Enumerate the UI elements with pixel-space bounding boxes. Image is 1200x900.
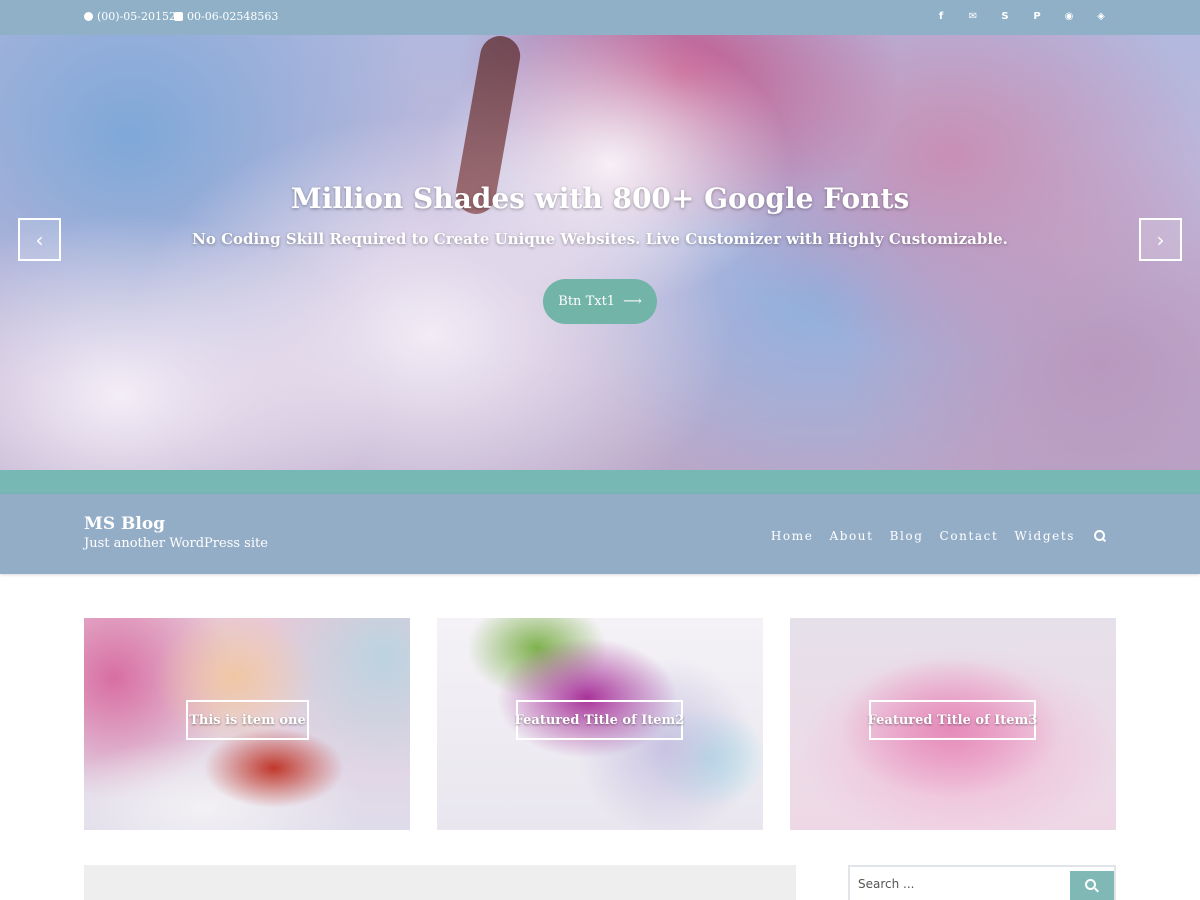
slider-prev-button[interactable]: ‹	[18, 218, 61, 261]
facebook-icon[interactable]: f	[934, 9, 948, 23]
post-content-area	[84, 865, 796, 900]
slider-next-button[interactable]: ›	[1139, 218, 1182, 261]
main-nav: Home About Blog Contact Widgets	[771, 529, 1075, 543]
pinterest-icon[interactable]: P	[1030, 9, 1044, 23]
codepen-icon[interactable]: ◈	[1094, 9, 1108, 23]
hero-subtitle: No Coding Skill Required to Create Uniqu…	[192, 230, 1008, 248]
hero-slider: Million Shades with 800+ Google Fonts No…	[0, 35, 1200, 470]
fax-text: 00-06-02548563	[187, 10, 279, 23]
phone-text: (00)-05-201526	[97, 10, 184, 23]
hero-cta-label: Btn Txt1	[558, 294, 616, 309]
globe-icon	[84, 12, 93, 21]
nav-widgets[interactable]: Widgets	[1014, 529, 1075, 543]
featured-item-title[interactable]: This is item one	[186, 700, 309, 740]
fax-icon	[174, 12, 183, 21]
hero-cta-button[interactable]: Btn Txt1 ⟶	[543, 279, 657, 324]
site-tagline: Just another WordPress site	[84, 536, 268, 551]
site-title[interactable]: MS Blog	[84, 514, 165, 534]
chevron-right-icon: ›	[1156, 227, 1165, 252]
site-header: MS Blog Just another WordPress site Home…	[0, 494, 1200, 574]
github-icon[interactable]: ◉	[1062, 9, 1076, 23]
search-submit-button[interactable]	[1070, 871, 1114, 900]
phone-contact: (00)-05-201526	[84, 10, 183, 23]
nav-home[interactable]: Home	[771, 529, 814, 543]
nav-contact[interactable]: Contact	[940, 529, 999, 543]
featured-item-3[interactable]: Featured Title of Item3	[790, 618, 1116, 830]
social-links: f ✉ S P ◉ ◈	[934, 9, 1108, 23]
email-icon[interactable]: ✉	[966, 9, 980, 23]
fax-contact: 00-06-02548563	[174, 10, 278, 23]
nav-about[interactable]: About	[829, 529, 873, 543]
featured-item-title[interactable]: Featured Title of Item3	[868, 700, 1037, 740]
arrow-right-icon: ⟶	[623, 294, 642, 309]
hero-title: Million Shades with 800+ Google Fonts	[290, 182, 910, 215]
accent-strip	[0, 470, 1200, 494]
featured-item-2[interactable]: Featured Title of Item2	[437, 618, 763, 830]
featured-item-1[interactable]: This is item one	[84, 618, 410, 830]
search-input[interactable]	[850, 867, 1068, 900]
featured-item-title[interactable]: Featured Title of Item2	[515, 700, 684, 740]
nav-blog[interactable]: Blog	[890, 529, 924, 543]
chevron-left-icon: ‹	[35, 227, 44, 252]
top-bar: (00)-05-201526 00-06-02548563 f ✉ S P ◉ …	[0, 0, 1200, 35]
skype-icon[interactable]: S	[998, 9, 1012, 23]
sidebar-search-widget	[848, 865, 1116, 900]
search-icon[interactable]	[1094, 530, 1106, 542]
